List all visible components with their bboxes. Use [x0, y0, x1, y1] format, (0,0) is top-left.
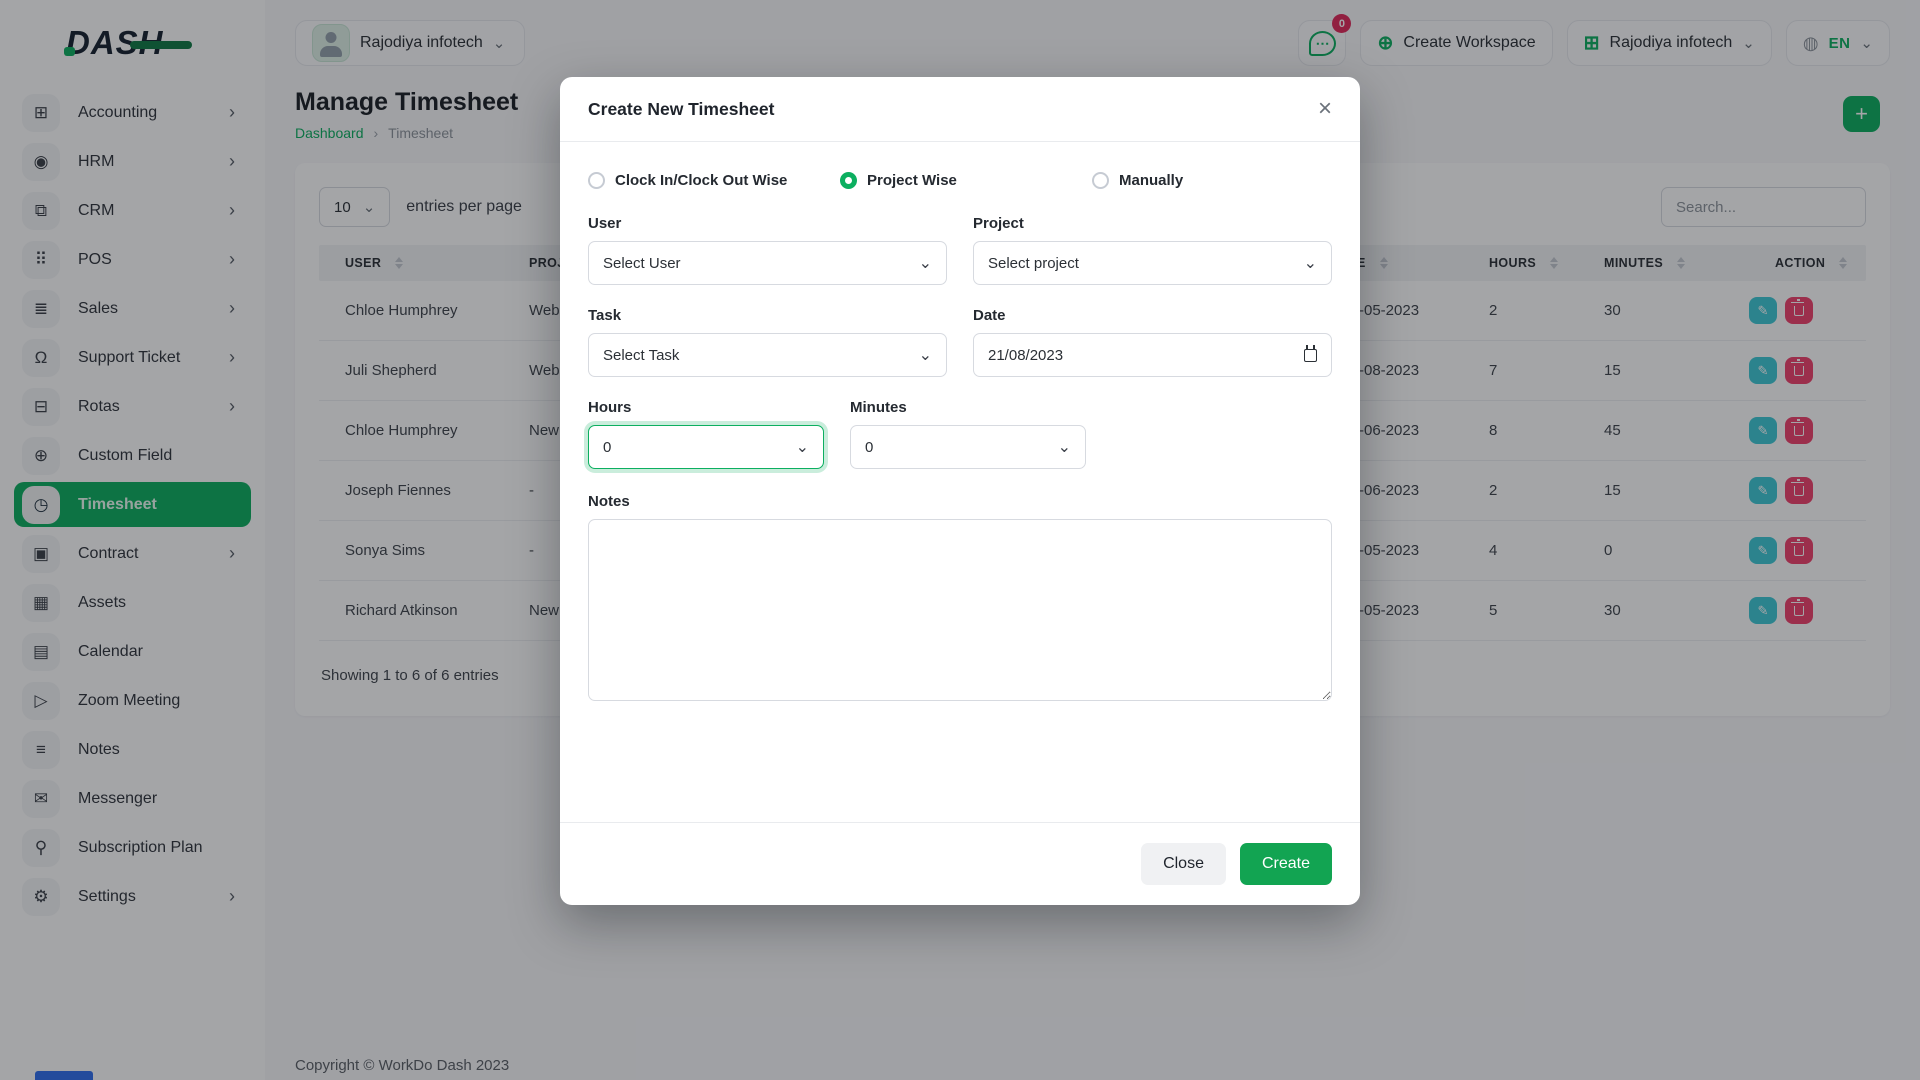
date-input-value: 21/08/2023	[988, 347, 1063, 364]
minutes-field-label: Minutes	[850, 399, 1086, 416]
date-field-group: Date 21/08/2023	[973, 307, 1332, 377]
task-field-label: Task	[588, 307, 947, 324]
hours-field-label: Hours	[588, 399, 824, 416]
radio-manually[interactable]: Manually	[1092, 172, 1332, 189]
chevron-down-icon: ⌄	[796, 437, 809, 457]
task-field-group: Task Select Task ⌄	[588, 307, 947, 377]
chevron-down-icon: ⌄	[919, 345, 932, 365]
hours-select[interactable]: 0 ⌄	[588, 425, 824, 469]
radio-label: Manually	[1119, 172, 1183, 189]
minutes-select-value: 0	[865, 439, 873, 456]
create-timesheet-modal: Create New Timesheet × Clock In/Clock Ou…	[560, 77, 1360, 905]
chevron-down-icon: ⌄	[1304, 253, 1317, 273]
radio-label: Clock In/Clock Out Wise	[615, 172, 787, 189]
minutes-select[interactable]: 0 ⌄	[850, 425, 1086, 469]
project-select-value: Select project	[988, 255, 1079, 272]
chevron-down-icon: ⌄	[1058, 437, 1071, 457]
radio-icon	[588, 172, 605, 189]
user-select-value: Select User	[603, 255, 681, 272]
modal-header: Create New Timesheet ×	[560, 77, 1360, 142]
project-field-group: Project Select project ⌄	[973, 215, 1332, 285]
radio-clock-in-out-wise[interactable]: Clock In/Clock Out Wise	[588, 172, 828, 189]
radio-label: Project Wise	[867, 172, 957, 189]
user-field-label: User	[588, 215, 947, 232]
create-button[interactable]: Create	[1240, 843, 1332, 885]
timesheet-mode-radios: Clock In/Clock Out Wise Project Wise Man…	[588, 172, 1332, 189]
notes-field-label: Notes	[588, 493, 1332, 510]
task-select[interactable]: Select Task ⌄	[588, 333, 947, 377]
user-select[interactable]: Select User ⌄	[588, 241, 947, 285]
task-select-value: Select Task	[603, 347, 679, 364]
minutes-field-group: Minutes 0 ⌄	[850, 399, 1086, 469]
project-select[interactable]: Select project ⌄	[973, 241, 1332, 285]
radio-project-wise[interactable]: Project Wise	[840, 172, 1080, 189]
notes-field-group: Notes	[588, 493, 1332, 706]
radio-icon	[1092, 172, 1109, 189]
notes-textarea[interactable]	[588, 519, 1332, 701]
close-icon[interactable]: ×	[1318, 97, 1332, 121]
radio-checked-icon	[840, 172, 857, 189]
user-field-group: User Select User ⌄	[588, 215, 947, 285]
modal-title: Create New Timesheet	[588, 99, 774, 120]
date-field-label: Date	[973, 307, 1332, 324]
modal-footer: Close Create	[560, 822, 1360, 905]
app-window: DASH ⊞ Accounting › ◉ HRM › ⧉ CRM › ⠿ PO…	[0, 0, 1920, 1080]
project-field-label: Project	[973, 215, 1332, 232]
modal-body: Clock In/Clock Out Wise Project Wise Man…	[560, 142, 1360, 822]
chevron-down-icon: ⌄	[919, 253, 932, 273]
date-input[interactable]: 21/08/2023	[973, 333, 1332, 377]
calendar-icon	[1304, 349, 1317, 362]
close-button[interactable]: Close	[1141, 843, 1226, 885]
hours-select-value: 0	[603, 439, 611, 456]
hours-field-group: Hours 0 ⌄	[588, 399, 824, 469]
